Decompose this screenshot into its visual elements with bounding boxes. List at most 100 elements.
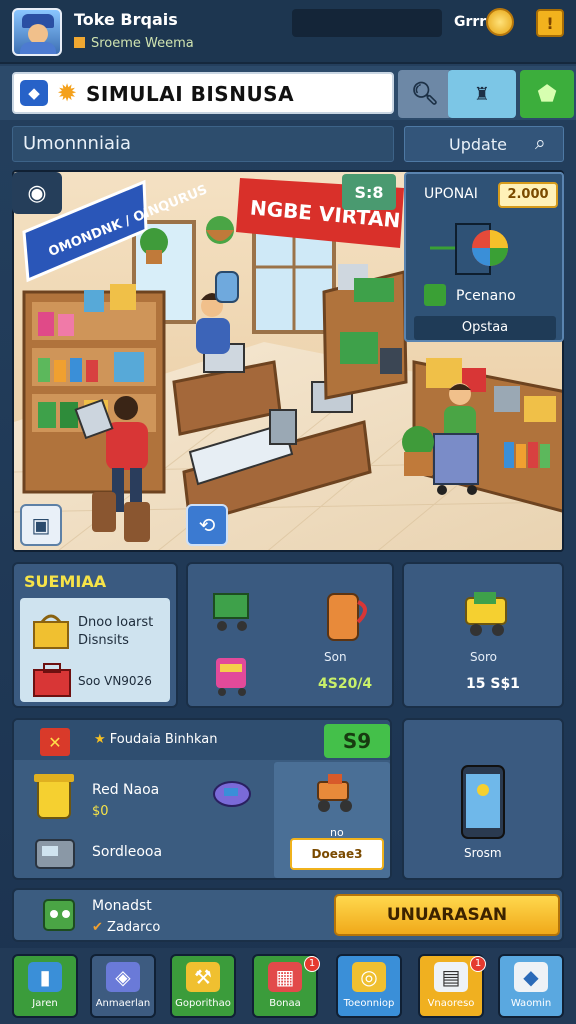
player-avatar[interactable]: [12, 8, 62, 56]
medal-icon: ◎: [352, 962, 386, 992]
score-badge[interactable]: S:8: [342, 174, 396, 210]
truck-icon: [465, 592, 507, 636]
featured-badge[interactable]: S9: [324, 724, 390, 758]
vehicle-card[interactable]: Soro 15 S$1: [402, 562, 564, 708]
coin-icon[interactable]: [486, 8, 514, 36]
tools-icon: ⚒: [186, 962, 220, 992]
shirt-icon: [20, 42, 56, 54]
close-icon: ✕: [48, 732, 62, 752]
update-button[interactable]: Update ⌕: [404, 126, 564, 162]
game-title: SIMULAI BISNUSA: [86, 82, 295, 106]
book-icon: ▮: [28, 962, 62, 992]
camera-icon: ▣: [31, 513, 51, 537]
primary-action-button[interactable]: UNUARASAN: [334, 894, 560, 936]
nav-label-0: Jaren: [32, 998, 58, 1009]
tractor-icon: [317, 774, 352, 812]
box-icon: ◈: [106, 962, 140, 992]
summary-line1: Dnoo Ioarst: [78, 615, 154, 630]
featured-row2: $0: [92, 804, 109, 819]
nav-badge-3: 1: [304, 956, 320, 972]
close-button[interactable]: ✕: [40, 728, 70, 756]
featured-row3: Sordleooa: [92, 844, 163, 860]
player-name: Toke Brqais: [74, 10, 178, 29]
machine-icon: [216, 658, 246, 696]
toolbox-icon: [33, 663, 71, 697]
featured-header: ★ Foudaia Binhkan: [94, 732, 217, 747]
gift-icon: ▦: [268, 962, 302, 992]
vehicle-label: Soro: [470, 650, 497, 664]
shopping-bag-icon: [33, 614, 69, 649]
exclamation-icon: !: [546, 13, 554, 33]
alert-button[interactable]: !: [536, 9, 564, 37]
game-screen: Toke Brqais Sroeme Weema Grrr ! ◆ ✹ SIMU…: [0, 0, 576, 1024]
summary-card[interactable]: SUEMIAA Dnoo Ioarst Disnsits Soo VN9026: [12, 562, 178, 708]
product-card[interactable]: Son 4S20/4: [186, 562, 394, 708]
section-header: Umonnniaia: [12, 126, 394, 162]
pin-icon: ◉: [27, 180, 47, 206]
featured-row1: Red Naoa: [92, 782, 160, 798]
player-subtitle-text: Sroeme Weema: [91, 36, 194, 51]
pie-icon: [430, 223, 508, 275]
product-value: 4S20/4: [318, 676, 373, 692]
upgrade-price[interactable]: 2.000: [498, 182, 558, 208]
nav-badge-5: 1: [470, 956, 486, 972]
nav-item-2[interactable]: ⚒ Goporithao: [170, 954, 236, 1018]
options-button[interactable]: Opstaa: [414, 316, 556, 340]
summary-header: SUEMIAA: [24, 572, 107, 591]
search-icon: 🔍︎: [411, 81, 439, 107]
camera-button[interactable]: ▣: [20, 504, 62, 546]
nav-item-4[interactable]: ◎ Toeonniop: [336, 954, 402, 1018]
jar-icon: [34, 774, 74, 819]
face-icon: [28, 24, 48, 44]
nav-label-6: Waomin: [510, 998, 552, 1009]
paper-icon: ▤: [434, 962, 468, 992]
gem-icon: ⬟: [537, 81, 557, 107]
check-icon: ✔: [92, 920, 103, 935]
rotate-icon: ⟲: [198, 513, 216, 537]
nav-label-3: Bonaa: [269, 998, 301, 1009]
action-line1: Monadst: [92, 898, 152, 914]
upgrade-panel: UPONAI 2.000 Pcenano Opstaa: [404, 172, 564, 342]
summary-panel: Dnoo Ioarst Disnsits Soo VN9026: [20, 598, 170, 702]
leaderboard-button[interactable]: ♜: [448, 70, 516, 118]
featured-card: ✕ ★ Foudaia Binhkan S9 Red Naoa $0 Sordl…: [12, 718, 392, 880]
shop-button[interactable]: ⬟: [520, 70, 574, 118]
product-label: Son: [324, 650, 347, 664]
nav-item-6[interactable]: ◆ Waomin: [498, 954, 564, 1018]
currency-label: Grrr: [454, 14, 487, 30]
phone-card[interactable]: Srosm: [402, 718, 564, 880]
summary-value: Soo VN9026: [78, 674, 152, 688]
scooter-icon: [213, 781, 251, 807]
search-button[interactable]: 🔍︎: [398, 70, 452, 118]
options-label: Opstaa: [461, 320, 509, 335]
resource-bar: [292, 9, 442, 37]
vehicle-value: 15 S$1: [466, 676, 520, 692]
diamond-icon: ◆: [514, 962, 548, 992]
nav-label-1: Anmaerlan: [95, 998, 151, 1009]
check-icon: [424, 284, 446, 306]
nav-label-4: Toeonniop: [343, 998, 395, 1009]
section-label: Umonnniaia: [23, 133, 132, 154]
phone-icon: [461, 765, 505, 839]
location-button[interactable]: ◉: [12, 172, 62, 214]
jug-icon: [327, 593, 367, 641]
featured-button[interactable]: Doeae3: [290, 838, 384, 870]
cart-icon: [213, 593, 249, 631]
star-icon: ✹: [56, 79, 78, 107]
featured-header-text: Foudaia Binhkan: [109, 732, 218, 747]
cube-icon: ◆: [20, 80, 48, 106]
featured-header-row: ✕ ★ Foudaia Binhkan S9: [14, 720, 390, 760]
nav-item-1[interactable]: ◈ Anmaerlan: [90, 954, 156, 1018]
register-icon: [35, 839, 75, 869]
robot-icon: [43, 899, 75, 931]
upgrade-item-label: Pcenano: [456, 288, 516, 304]
title-box: ◆ ✹ SIMULAI BISNUSA: [12, 72, 394, 114]
nav-item-0[interactable]: ▮ Jaren: [12, 954, 78, 1018]
nav-label-5: Vnaoreso: [427, 998, 475, 1009]
update-label: Update: [449, 135, 507, 154]
featured-side-panel: no Doeae3: [274, 762, 390, 878]
trophy-icon: ♜: [473, 83, 491, 105]
rotate-button[interactable]: ⟲: [186, 504, 228, 546]
summary-lines: Dnoo Ioarst Disnsits: [78, 614, 153, 650]
nav-label-2: Goporithao: [175, 998, 231, 1009]
